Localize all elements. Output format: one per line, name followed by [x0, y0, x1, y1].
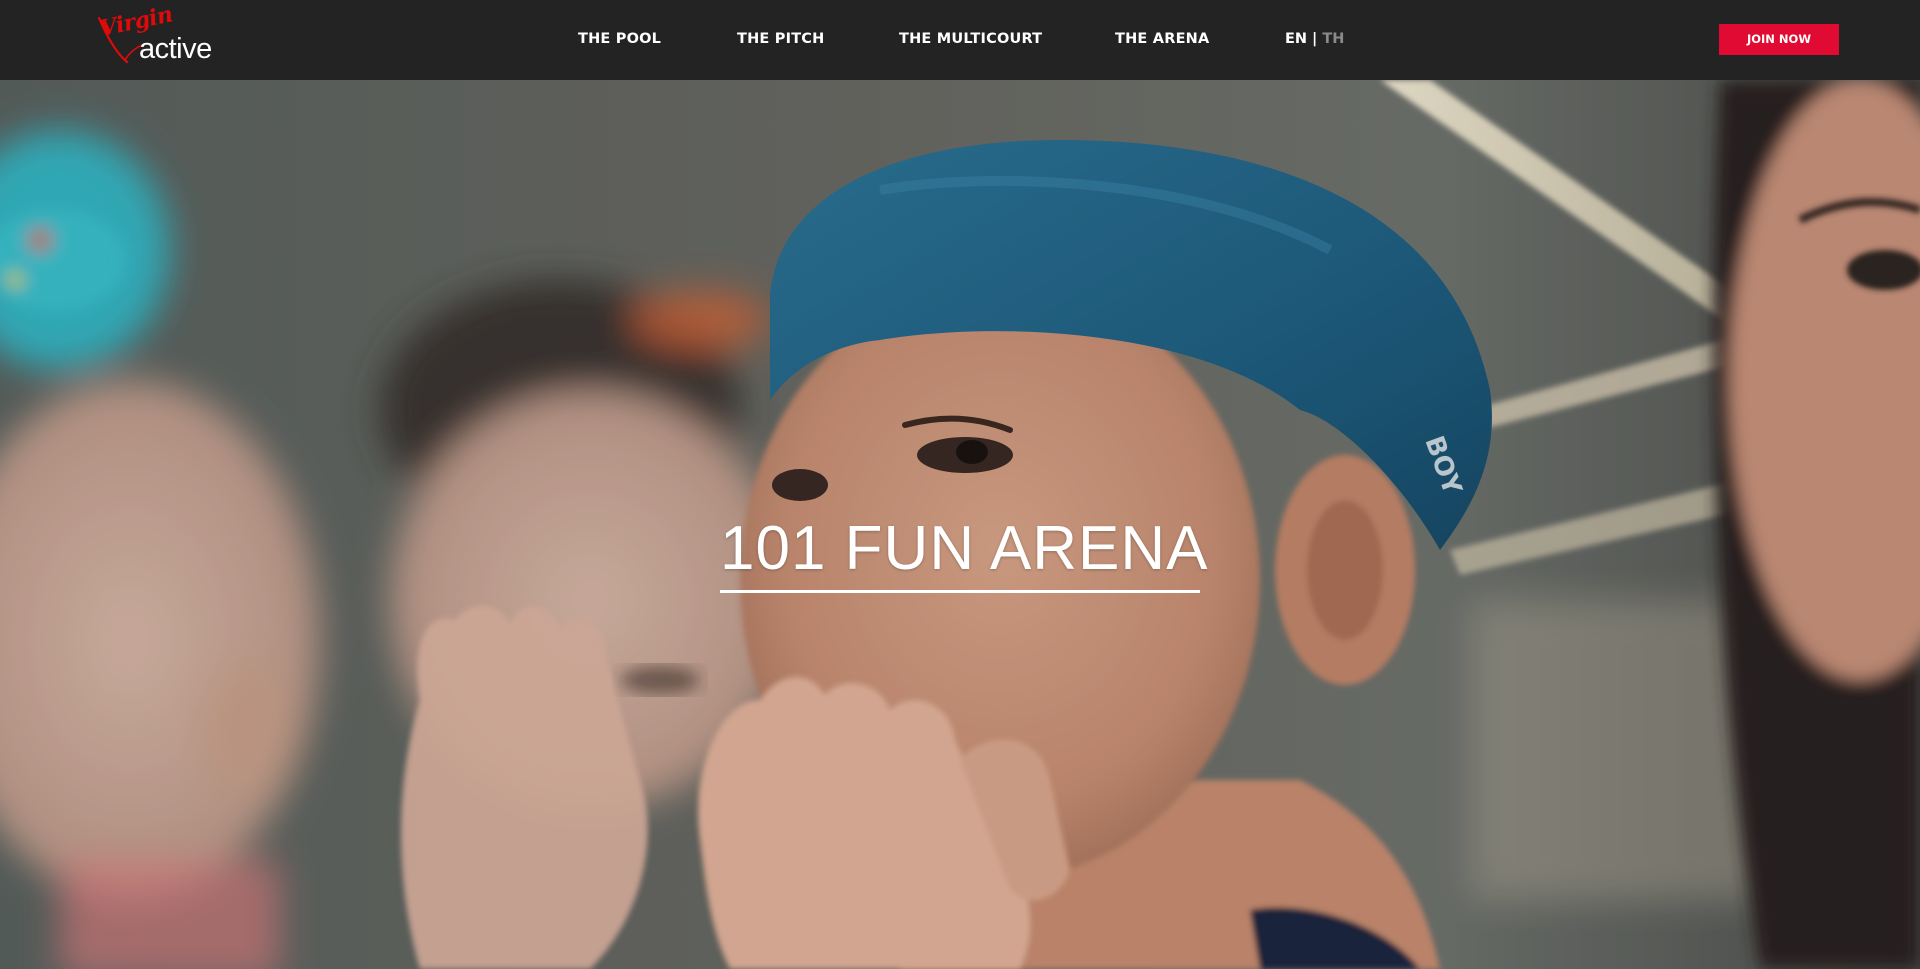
- logo-word-text: active: [139, 33, 212, 65]
- nav-link-the-multicourt[interactable]: THE MULTICOURT: [899, 31, 1042, 47]
- nav-link-the-pool[interactable]: THE POOL: [578, 31, 661, 47]
- language-separator: |: [1312, 31, 1318, 47]
- language-option-th[interactable]: TH: [1322, 31, 1344, 47]
- language-switcher: EN | TH: [1285, 31, 1344, 47]
- hero-title: 101 FUN ARENA: [720, 518, 1208, 593]
- hero-banner: BOY 101 FUN ARENA: [0, 80, 1920, 969]
- join-now-button[interactable]: JOIN NOW: [1719, 24, 1839, 55]
- virgin-active-logo[interactable]: Virgin active: [95, 1, 215, 68]
- nav-link-the-pitch[interactable]: THE PITCH: [737, 31, 824, 47]
- nav-link-the-arena[interactable]: THE ARENA: [1115, 31, 1209, 47]
- language-option-en[interactable]: EN: [1285, 31, 1307, 47]
- site-header: Virgin active THE POOL THE PITCH THE MUL…: [0, 0, 1920, 80]
